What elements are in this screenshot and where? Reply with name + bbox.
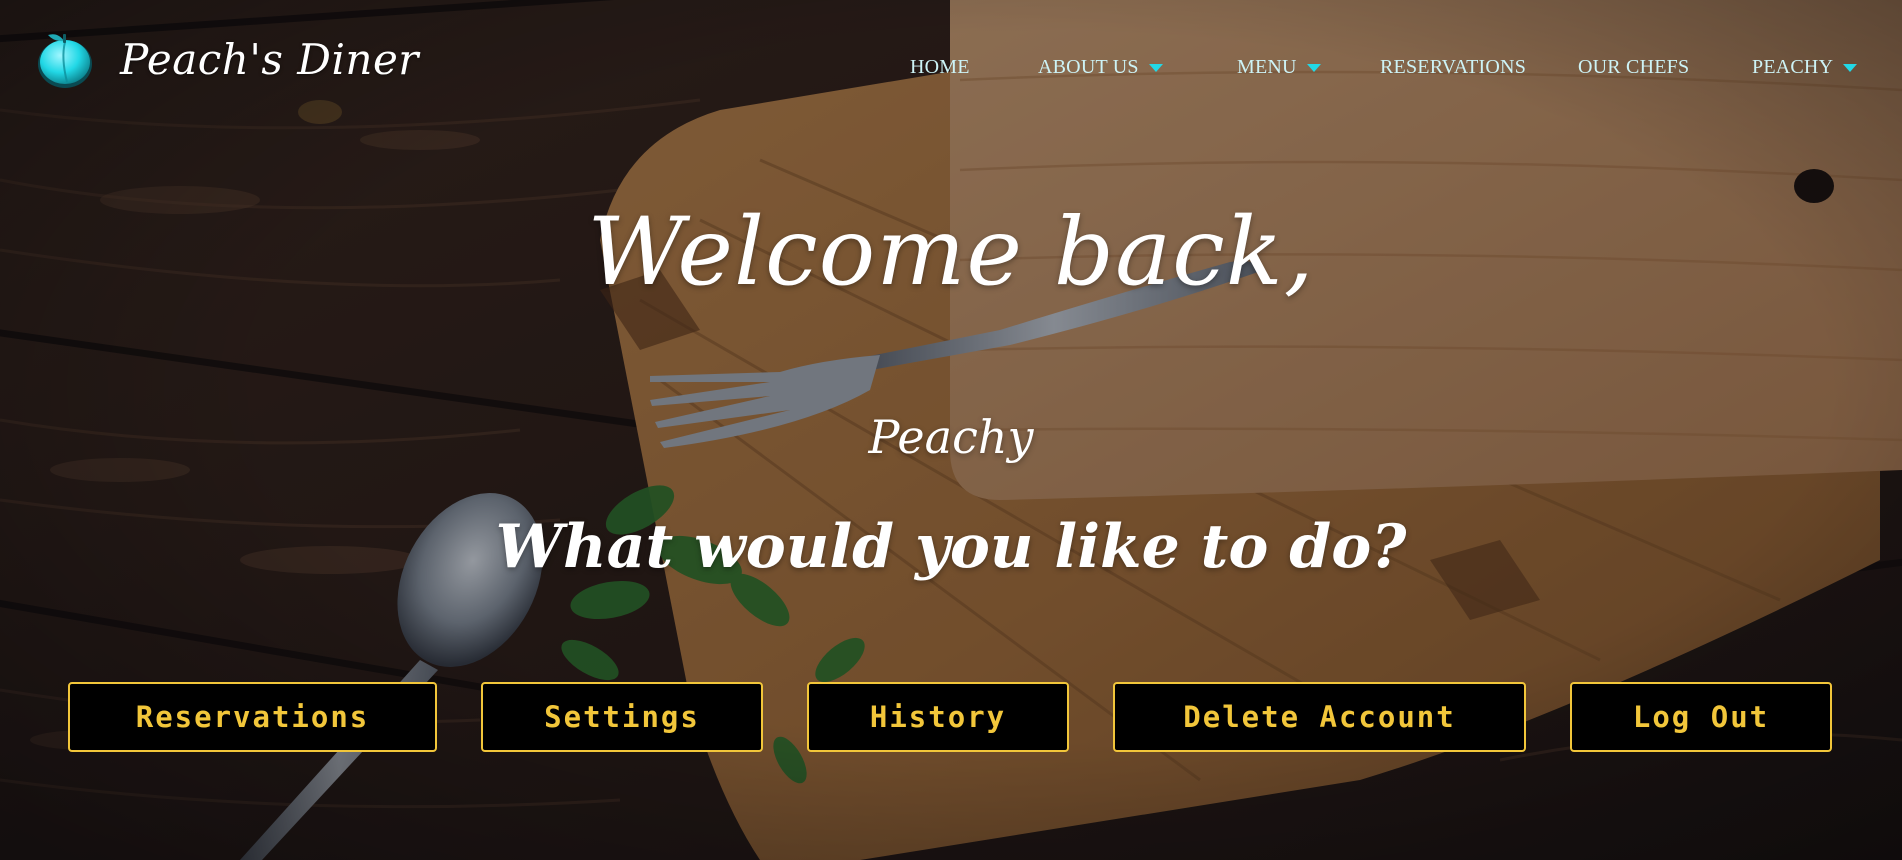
log-out-button-label: Log Out bbox=[1632, 700, 1770, 734]
reservations-button[interactable]: Reservations bbox=[68, 682, 437, 752]
delete-account-button-label: Delete Account bbox=[1183, 700, 1456, 734]
nav-reservations[interactable]: RESERVATIONS bbox=[1380, 56, 1526, 79]
welcome-heading: Welcome back, bbox=[587, 198, 1315, 307]
settings-button[interactable]: Settings bbox=[481, 682, 763, 752]
reservations-button-label: Reservations bbox=[135, 700, 370, 734]
brand-name: Peach's Diner bbox=[120, 34, 419, 84]
history-button[interactable]: History bbox=[807, 682, 1069, 752]
nav-user-menu-label: PEACHY bbox=[1752, 56, 1834, 78]
nav-our-chefs-label: OUR CHEFS bbox=[1578, 56, 1690, 78]
username-text: Peachy bbox=[868, 410, 1034, 464]
settings-button-label: Settings bbox=[544, 700, 700, 734]
action-prompt: What would you like to do? bbox=[495, 512, 1407, 582]
history-button-label: History bbox=[869, 700, 1007, 734]
nav-about-us[interactable]: ABOUT US bbox=[1038, 56, 1163, 79]
log-out-button[interactable]: Log Out bbox=[1570, 682, 1832, 752]
nav-menu[interactable]: MENU bbox=[1237, 56, 1321, 79]
nav-home-label: HOME bbox=[910, 56, 970, 78]
chevron-down-icon bbox=[1306, 63, 1321, 72]
brand-home-link[interactable]: Peach's Diner bbox=[34, 28, 419, 90]
nav-user-menu[interactable]: PEACHY bbox=[1752, 56, 1858, 79]
site-header: Peach's Diner HOME ABOUT US MENU RESERVA… bbox=[0, 0, 1902, 130]
nav-menu-label: MENU bbox=[1237, 56, 1297, 78]
nav-our-chefs[interactable]: OUR CHEFS bbox=[1578, 56, 1689, 79]
nav-about-us-label: ABOUT US bbox=[1038, 56, 1139, 78]
chevron-down-icon bbox=[1843, 63, 1858, 72]
chevron-down-icon bbox=[1148, 63, 1163, 72]
nav-home[interactable]: HOME bbox=[910, 56, 970, 79]
nav-reservations-label: RESERVATIONS bbox=[1380, 56, 1527, 78]
delete-account-button[interactable]: Delete Account bbox=[1113, 682, 1526, 752]
peach-icon bbox=[38, 34, 92, 88]
